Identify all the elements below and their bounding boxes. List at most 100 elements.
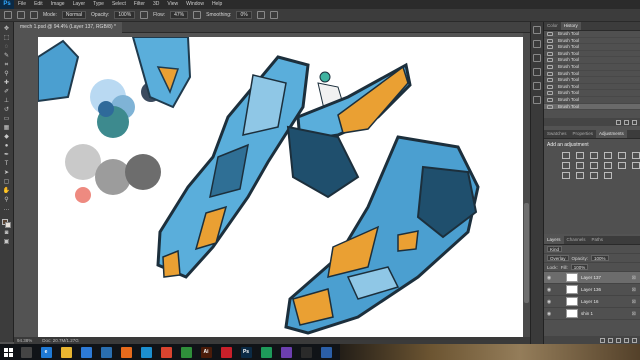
layer-row[interactable]: ◉ Layer 136 ⊠ (544, 284, 640, 296)
shape-tool-icon[interactable]: ▢ (3, 179, 11, 186)
snapshot-icon[interactable] (616, 119, 621, 125)
layer-name[interactable]: Layer 137 (581, 275, 601, 280)
taskbar-app-app-blue[interactable] (316, 344, 336, 360)
zoom-tool-icon[interactable]: ⚲ (3, 197, 11, 204)
scrollbar-thumb[interactable] (524, 203, 529, 303)
layer-opacity-field[interactable]: 100% (591, 255, 609, 261)
levels-icon[interactable] (576, 152, 584, 159)
windows-start-button[interactable] (0, 344, 16, 360)
layer-name[interactable]: shin 1 (581, 311, 593, 316)
lasso-tool-icon[interactable]: ◌ (3, 44, 11, 51)
taskbar-app-app-box[interactable] (96, 344, 116, 360)
menu-help[interactable]: Help (208, 0, 226, 9)
hue-saturation-icon[interactable] (632, 152, 640, 159)
history-item[interactable]: Brush Tool (544, 71, 640, 78)
exposure-icon[interactable] (604, 152, 612, 159)
history-item[interactable]: Brush Tool (544, 77, 640, 84)
history-item[interactable]: Brush Tool (544, 103, 640, 111)
zoom-level[interactable]: 94.38% (17, 337, 32, 344)
history-item[interactable]: Brush Tool (544, 44, 640, 51)
marquee-tool-icon[interactable]: ⬚ (3, 35, 11, 42)
layer-row[interactable]: ◉ Layer 137 ⊠ (544, 272, 640, 284)
taskbar-app-visual-studio[interactable] (276, 344, 296, 360)
menu-select[interactable]: Select (108, 0, 130, 9)
more-tools-icon[interactable]: … (3, 206, 11, 213)
eyedropper-tool-icon[interactable]: ⚲ (3, 71, 11, 78)
selective-color-icon[interactable] (604, 172, 612, 179)
move-tool-icon[interactable]: ✥ (3, 26, 11, 33)
pen-tool-icon[interactable]: ✒ (3, 152, 11, 159)
color-panel-icon[interactable] (533, 26, 541, 34)
menu-edit[interactable]: Edit (30, 0, 47, 9)
smoothing-field[interactable]: 0% (236, 11, 252, 19)
tab-channels[interactable]: Channels (564, 236, 589, 244)
layer-name[interactable]: Layer 16 (581, 299, 599, 304)
background-color-swatch[interactable] (5, 222, 11, 228)
curves-icon[interactable] (590, 152, 598, 159)
swatches-panel-icon[interactable] (533, 54, 541, 62)
eye-icon[interactable]: ◉ (544, 299, 554, 305)
brush-tool-icon[interactable] (4, 11, 12, 19)
hand-tool-icon[interactable]: ✋ (3, 188, 11, 195)
fill-field[interactable]: 100% (570, 264, 589, 270)
type-tool-icon[interactable]: T (3, 161, 11, 168)
taskbar-app-app-note[interactable] (256, 344, 276, 360)
trash-icon[interactable] (632, 119, 637, 125)
canvas-area[interactable] (14, 33, 530, 337)
menu-window[interactable]: Window (182, 0, 208, 9)
history-item[interactable]: Brush Tool (544, 51, 640, 58)
tab-layers[interactable]: Layers (544, 236, 564, 244)
history-panel-icon[interactable] (533, 40, 541, 48)
vertical-scrollbar[interactable] (523, 33, 530, 337)
history-item[interactable]: Brush Tool (544, 64, 640, 71)
eraser-tool-icon[interactable]: ▭ (3, 116, 11, 123)
brightness-contrast-icon[interactable] (562, 152, 570, 159)
healing-tool-icon[interactable]: ✚ (3, 80, 11, 87)
threshold-icon[interactable] (576, 172, 584, 179)
dodge-tool-icon[interactable]: ● (3, 143, 11, 150)
eye-icon[interactable]: ◉ (544, 275, 554, 281)
taskbar-app-illustrator[interactable]: Ai (196, 344, 216, 360)
tab-color[interactable]: Color (544, 22, 561, 30)
black-white-icon[interactable] (576, 162, 584, 169)
tab-swatches[interactable]: Swatches (544, 130, 570, 138)
menu-type[interactable]: Type (89, 0, 108, 9)
brush-preset-icon[interactable] (17, 11, 25, 19)
taskbar-app-photoshop[interactable]: Ps (236, 344, 256, 360)
blend-mode-select[interactable]: Overlay (547, 255, 569, 261)
taskbar-app-firefox[interactable] (116, 344, 136, 360)
pressure-opacity-icon[interactable] (140, 11, 149, 19)
tab-properties[interactable]: Properties (570, 130, 597, 138)
document-tab[interactable]: mech 1.psd @ 94.4% (Layer 137, RGB/8) * (14, 22, 122, 33)
history-item[interactable]: Brush Tool (544, 57, 640, 64)
quick-mask-icon[interactable]: ◙ (3, 230, 11, 237)
history-item[interactable]: Brush Tool (544, 38, 640, 45)
stamp-tool-icon[interactable]: ⊥ (3, 98, 11, 105)
invert-icon[interactable] (632, 162, 640, 169)
fx-icon[interactable] (608, 337, 613, 343)
eye-icon[interactable]: ◉ (544, 287, 554, 293)
tab-history[interactable]: History (560, 22, 581, 30)
layer-row[interactable]: ◉ shin 1 ⊠ (544, 308, 640, 320)
layers-panel-icon[interactable] (533, 96, 541, 104)
link-icon[interactable] (600, 337, 605, 343)
posterize-icon[interactable] (562, 172, 570, 179)
taskbar-app-media-player[interactable] (176, 344, 196, 360)
brush-tool-icon[interactable]: ✐ (3, 89, 11, 96)
gradient-tool-icon[interactable]: ▦ (3, 125, 11, 132)
history-item[interactable]: Brush Tool (544, 31, 640, 38)
brush-panel-icon[interactable] (30, 11, 38, 19)
taskbar-app-store[interactable] (76, 344, 96, 360)
photo-filter-icon[interactable] (590, 162, 598, 169)
history-item[interactable]: Brush Tool (544, 90, 640, 97)
taskbar-app-app-red[interactable] (216, 344, 236, 360)
menu-file[interactable]: File (14, 0, 30, 9)
menu-filter[interactable]: Filter (130, 0, 149, 9)
color-balance-icon[interactable] (562, 162, 570, 169)
canvas[interactable] (37, 36, 530, 337)
brushes-panel-icon[interactable] (533, 82, 541, 90)
pressure-size-icon[interactable] (269, 11, 278, 19)
vibrance-icon[interactable] (618, 152, 626, 159)
menu-layer[interactable]: Layer (69, 0, 90, 9)
screen-mode-icon[interactable]: ▣ (3, 239, 11, 246)
